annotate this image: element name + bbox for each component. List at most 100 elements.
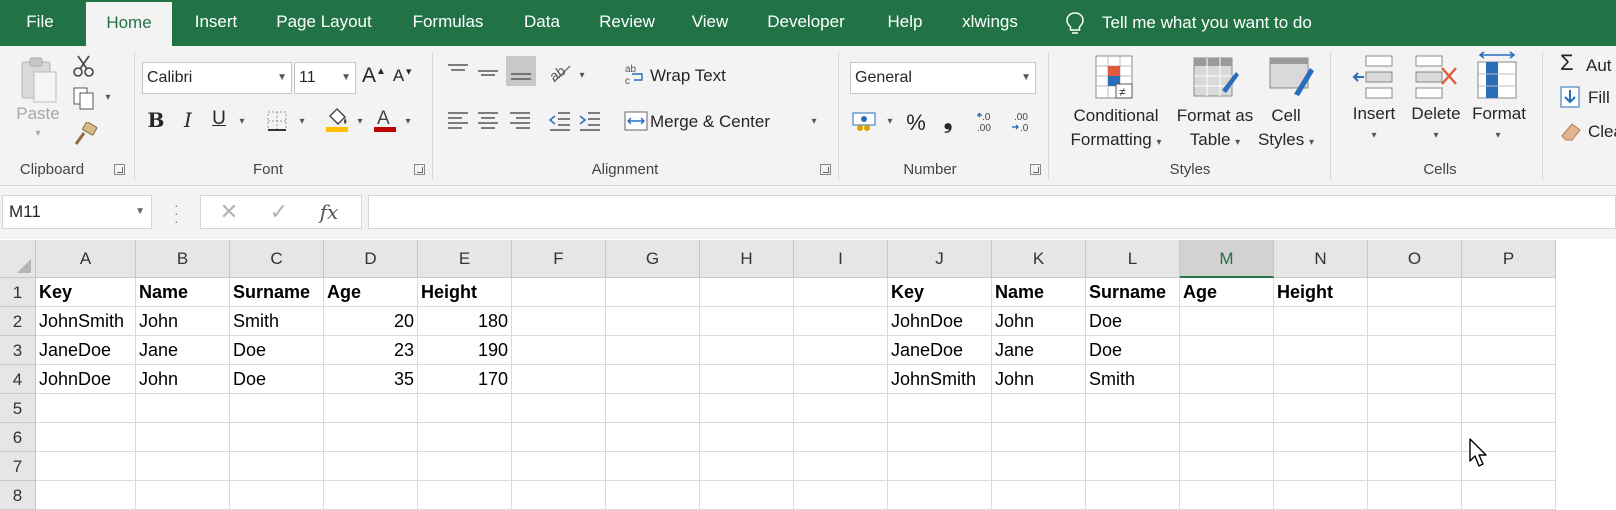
copy-dropdown-arrow[interactable]: ▾ (102, 92, 114, 103)
decrease-indent-icon[interactable] (548, 110, 572, 132)
cell-k1[interactable]: Name (992, 278, 1086, 307)
cell-k7[interactable] (992, 452, 1086, 481)
cell-o2[interactable] (1368, 307, 1462, 336)
column-header-g[interactable]: G (606, 240, 700, 278)
cell-h4[interactable] (700, 365, 794, 394)
column-header-f[interactable]: F (512, 240, 606, 278)
cell-n5[interactable] (1274, 394, 1368, 423)
cell-d2[interactable]: 20 (324, 307, 418, 336)
cell-j6[interactable] (888, 423, 992, 452)
fill-color-icon[interactable] (324, 106, 350, 134)
cell-g7[interactable] (606, 452, 700, 481)
cell-e7[interactable] (418, 452, 512, 481)
cell-k2[interactable]: John (992, 307, 1086, 336)
cell-a3[interactable]: JaneDoe (36, 336, 136, 365)
cell-b2[interactable]: John (136, 307, 230, 336)
cell-l7[interactable] (1086, 452, 1180, 481)
cell-d8[interactable] (324, 481, 418, 510)
cell-d5[interactable] (324, 394, 418, 423)
cell-h2[interactable] (700, 307, 794, 336)
cell-h6[interactable] (700, 423, 794, 452)
cell-g6[interactable] (606, 423, 700, 452)
accounting-dropdown-arrow[interactable]: ▾ (884, 116, 896, 127)
cell-o8[interactable] (1368, 481, 1462, 510)
font-size-select[interactable]: 11 ▼ (294, 62, 356, 94)
cell-b5[interactable] (136, 394, 230, 423)
align-center-icon[interactable] (476, 110, 500, 132)
cell-c3[interactable]: Doe (230, 336, 324, 365)
cell-j3[interactable]: JaneDoe (888, 336, 992, 365)
cell-i3[interactable] (794, 336, 888, 365)
tab-data[interactable]: Data (512, 0, 572, 46)
cell-c7[interactable] (230, 452, 324, 481)
fill-icon[interactable] (1560, 86, 1580, 108)
cell-l2[interactable]: Doe (1086, 307, 1180, 336)
cell-a2[interactable]: JohnSmith (36, 307, 136, 336)
cell-b7[interactable] (136, 452, 230, 481)
orientation-dropdown-arrow[interactable]: ▾ (576, 70, 588, 81)
column-header-h[interactable]: H (700, 240, 794, 278)
column-header-c[interactable]: C (230, 240, 324, 278)
tell-me-search[interactable]: Tell me what you want to do (1102, 0, 1312, 45)
wrap-text-icon[interactable]: abc (624, 62, 646, 86)
cell-e1[interactable]: Height (418, 278, 512, 307)
alignment-launcher-icon[interactable] (820, 164, 831, 175)
merge-dropdown-arrow[interactable]: ▾ (808, 116, 820, 127)
cell-c5[interactable] (230, 394, 324, 423)
decrease-font-size-icon[interactable]: A▼ (392, 66, 414, 86)
cell-g4[interactable] (606, 365, 700, 394)
cell-d7[interactable] (324, 452, 418, 481)
row-header-5[interactable]: 5 (0, 394, 36, 423)
cell-b6[interactable] (136, 423, 230, 452)
cell-h3[interactable] (700, 336, 794, 365)
cell-a8[interactable] (36, 481, 136, 510)
row-header-8[interactable]: 8 (0, 481, 36, 510)
row-header-3[interactable]: 3 (0, 336, 36, 365)
merge-center-icon[interactable] (624, 110, 648, 132)
cell-j8[interactable] (888, 481, 992, 510)
delete-dropdown-arrow[interactable]: ▾ (1430, 130, 1442, 141)
cell-f2[interactable] (512, 307, 606, 336)
tab-page-layout[interactable]: Page Layout (262, 0, 386, 46)
insert-cells-icon[interactable] (1352, 54, 1396, 102)
column-header-k[interactable]: K (992, 240, 1086, 278)
clipboard-launcher-icon[interactable] (114, 164, 125, 175)
merge-center-button[interactable]: Merge & Center (650, 112, 770, 132)
cell-c8[interactable] (230, 481, 324, 510)
cell-o6[interactable] (1368, 423, 1462, 452)
column-header-j[interactable]: J (888, 240, 992, 278)
column-header-i[interactable]: I (794, 240, 888, 278)
row-header-1[interactable]: 1 (0, 278, 36, 307)
format-as-table-icon[interactable] (1192, 54, 1240, 102)
fill-color-dropdown-arrow[interactable]: ▾ (354, 116, 366, 127)
align-right-icon[interactable] (508, 110, 532, 132)
cell-m3[interactable] (1180, 336, 1274, 365)
tab-formulas[interactable]: Formulas (400, 0, 496, 46)
cell-m7[interactable] (1180, 452, 1274, 481)
cell-styles-icon[interactable] (1268, 54, 1316, 102)
cell-p3[interactable] (1462, 336, 1556, 365)
borders-dropdown-arrow[interactable]: ▾ (296, 116, 308, 127)
cell-g8[interactable] (606, 481, 700, 510)
cell-m2[interactable] (1180, 307, 1274, 336)
cell-e2[interactable]: 180 (418, 307, 512, 336)
cell-i4[interactable] (794, 365, 888, 394)
cell-e5[interactable] (418, 394, 512, 423)
cell-n1[interactable]: Height (1274, 278, 1368, 307)
paste-dropdown-arrow[interactable]: ▾ (30, 128, 46, 139)
paste-button[interactable]: Paste (10, 104, 66, 124)
cell-b1[interactable]: Name (136, 278, 230, 307)
cell-a7[interactable] (36, 452, 136, 481)
cell-f3[interactable] (512, 336, 606, 365)
cell-n6[interactable] (1274, 423, 1368, 452)
cell-m6[interactable] (1180, 423, 1274, 452)
cell-n8[interactable] (1274, 481, 1368, 510)
cell-p8[interactable] (1462, 481, 1556, 510)
cell-f6[interactable] (512, 423, 606, 452)
format-as-table-button[interactable]: Format as Table ▾ (1170, 104, 1260, 155)
cell-j5[interactable] (888, 394, 992, 423)
underline-dropdown-arrow[interactable]: ▾ (236, 116, 248, 127)
column-header-a[interactable]: A (36, 240, 136, 278)
formula-bar-grip-icon[interactable]: · · · (174, 198, 179, 228)
cell-d1[interactable]: Age (324, 278, 418, 307)
